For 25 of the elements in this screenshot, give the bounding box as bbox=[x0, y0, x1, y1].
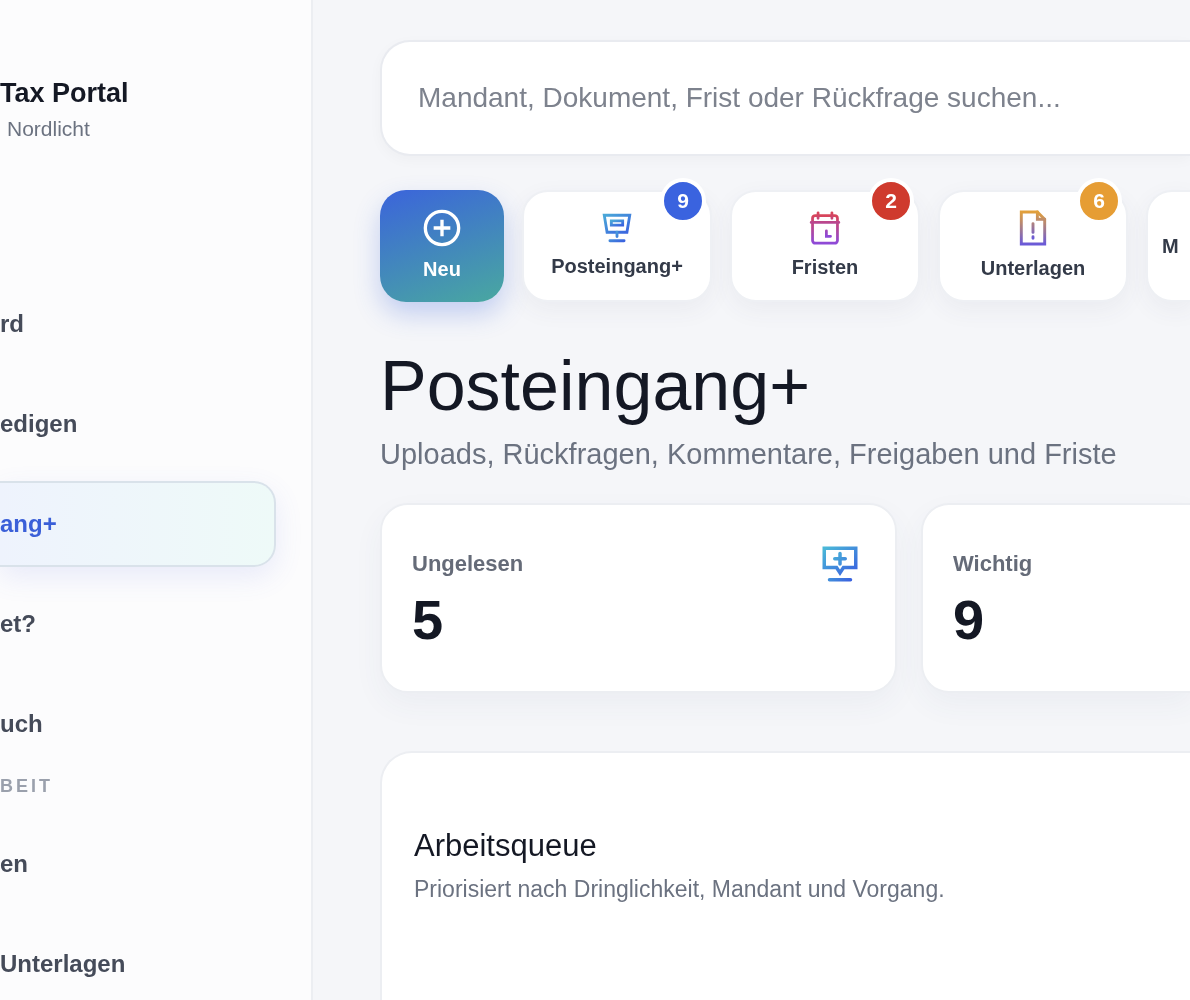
sidebar-item[interactable]: et? bbox=[0, 580, 276, 667]
stat-value: 5 bbox=[412, 591, 445, 648]
stat-value: 9 bbox=[953, 591, 986, 648]
quick-action-button[interactable]: M bbox=[1146, 190, 1190, 302]
sidebar-item[interactable]: edigen bbox=[0, 380, 276, 467]
calendar-icon bbox=[808, 210, 842, 246]
page-title: Posteingang+ bbox=[380, 348, 812, 425]
section-title: Arbeitsqueue bbox=[414, 826, 598, 864]
new-button[interactable]: Neu bbox=[380, 190, 504, 302]
brand-subtitle: Nordlicht bbox=[7, 116, 90, 142]
sidebar-item[interactable]: ang+ bbox=[0, 480, 276, 567]
stat-label: Ungelesen bbox=[412, 549, 524, 578]
search-field[interactable]: Mandant, Dokument, Frist oder Rückfrage suchen... bbox=[380, 40, 1190, 156]
document-alert-icon bbox=[1018, 209, 1048, 247]
section-label: BEIT bbox=[0, 775, 54, 798]
sidebar-item[interactable]: Unterlagen bbox=[0, 920, 276, 1000]
section-subtitle: Priorisiert nach Dringlichkeit, Mandant und Vorgang. bbox=[414, 874, 946, 904]
stat-label: Wichtig bbox=[953, 549, 1033, 578]
brand-title: Tax Portal bbox=[0, 77, 129, 110]
sidebar-item[interactable]: en bbox=[0, 820, 276, 907]
sidebar-item[interactable]: uch bbox=[0, 680, 276, 767]
add-icon bbox=[422, 208, 462, 248]
page-subtitle: Uploads, Rückfragen, Kommentare, Freigaben und Friste bbox=[380, 437, 1118, 472]
inbox-icon bbox=[600, 211, 634, 245]
sidebar-item[interactable]: rd bbox=[0, 280, 276, 367]
